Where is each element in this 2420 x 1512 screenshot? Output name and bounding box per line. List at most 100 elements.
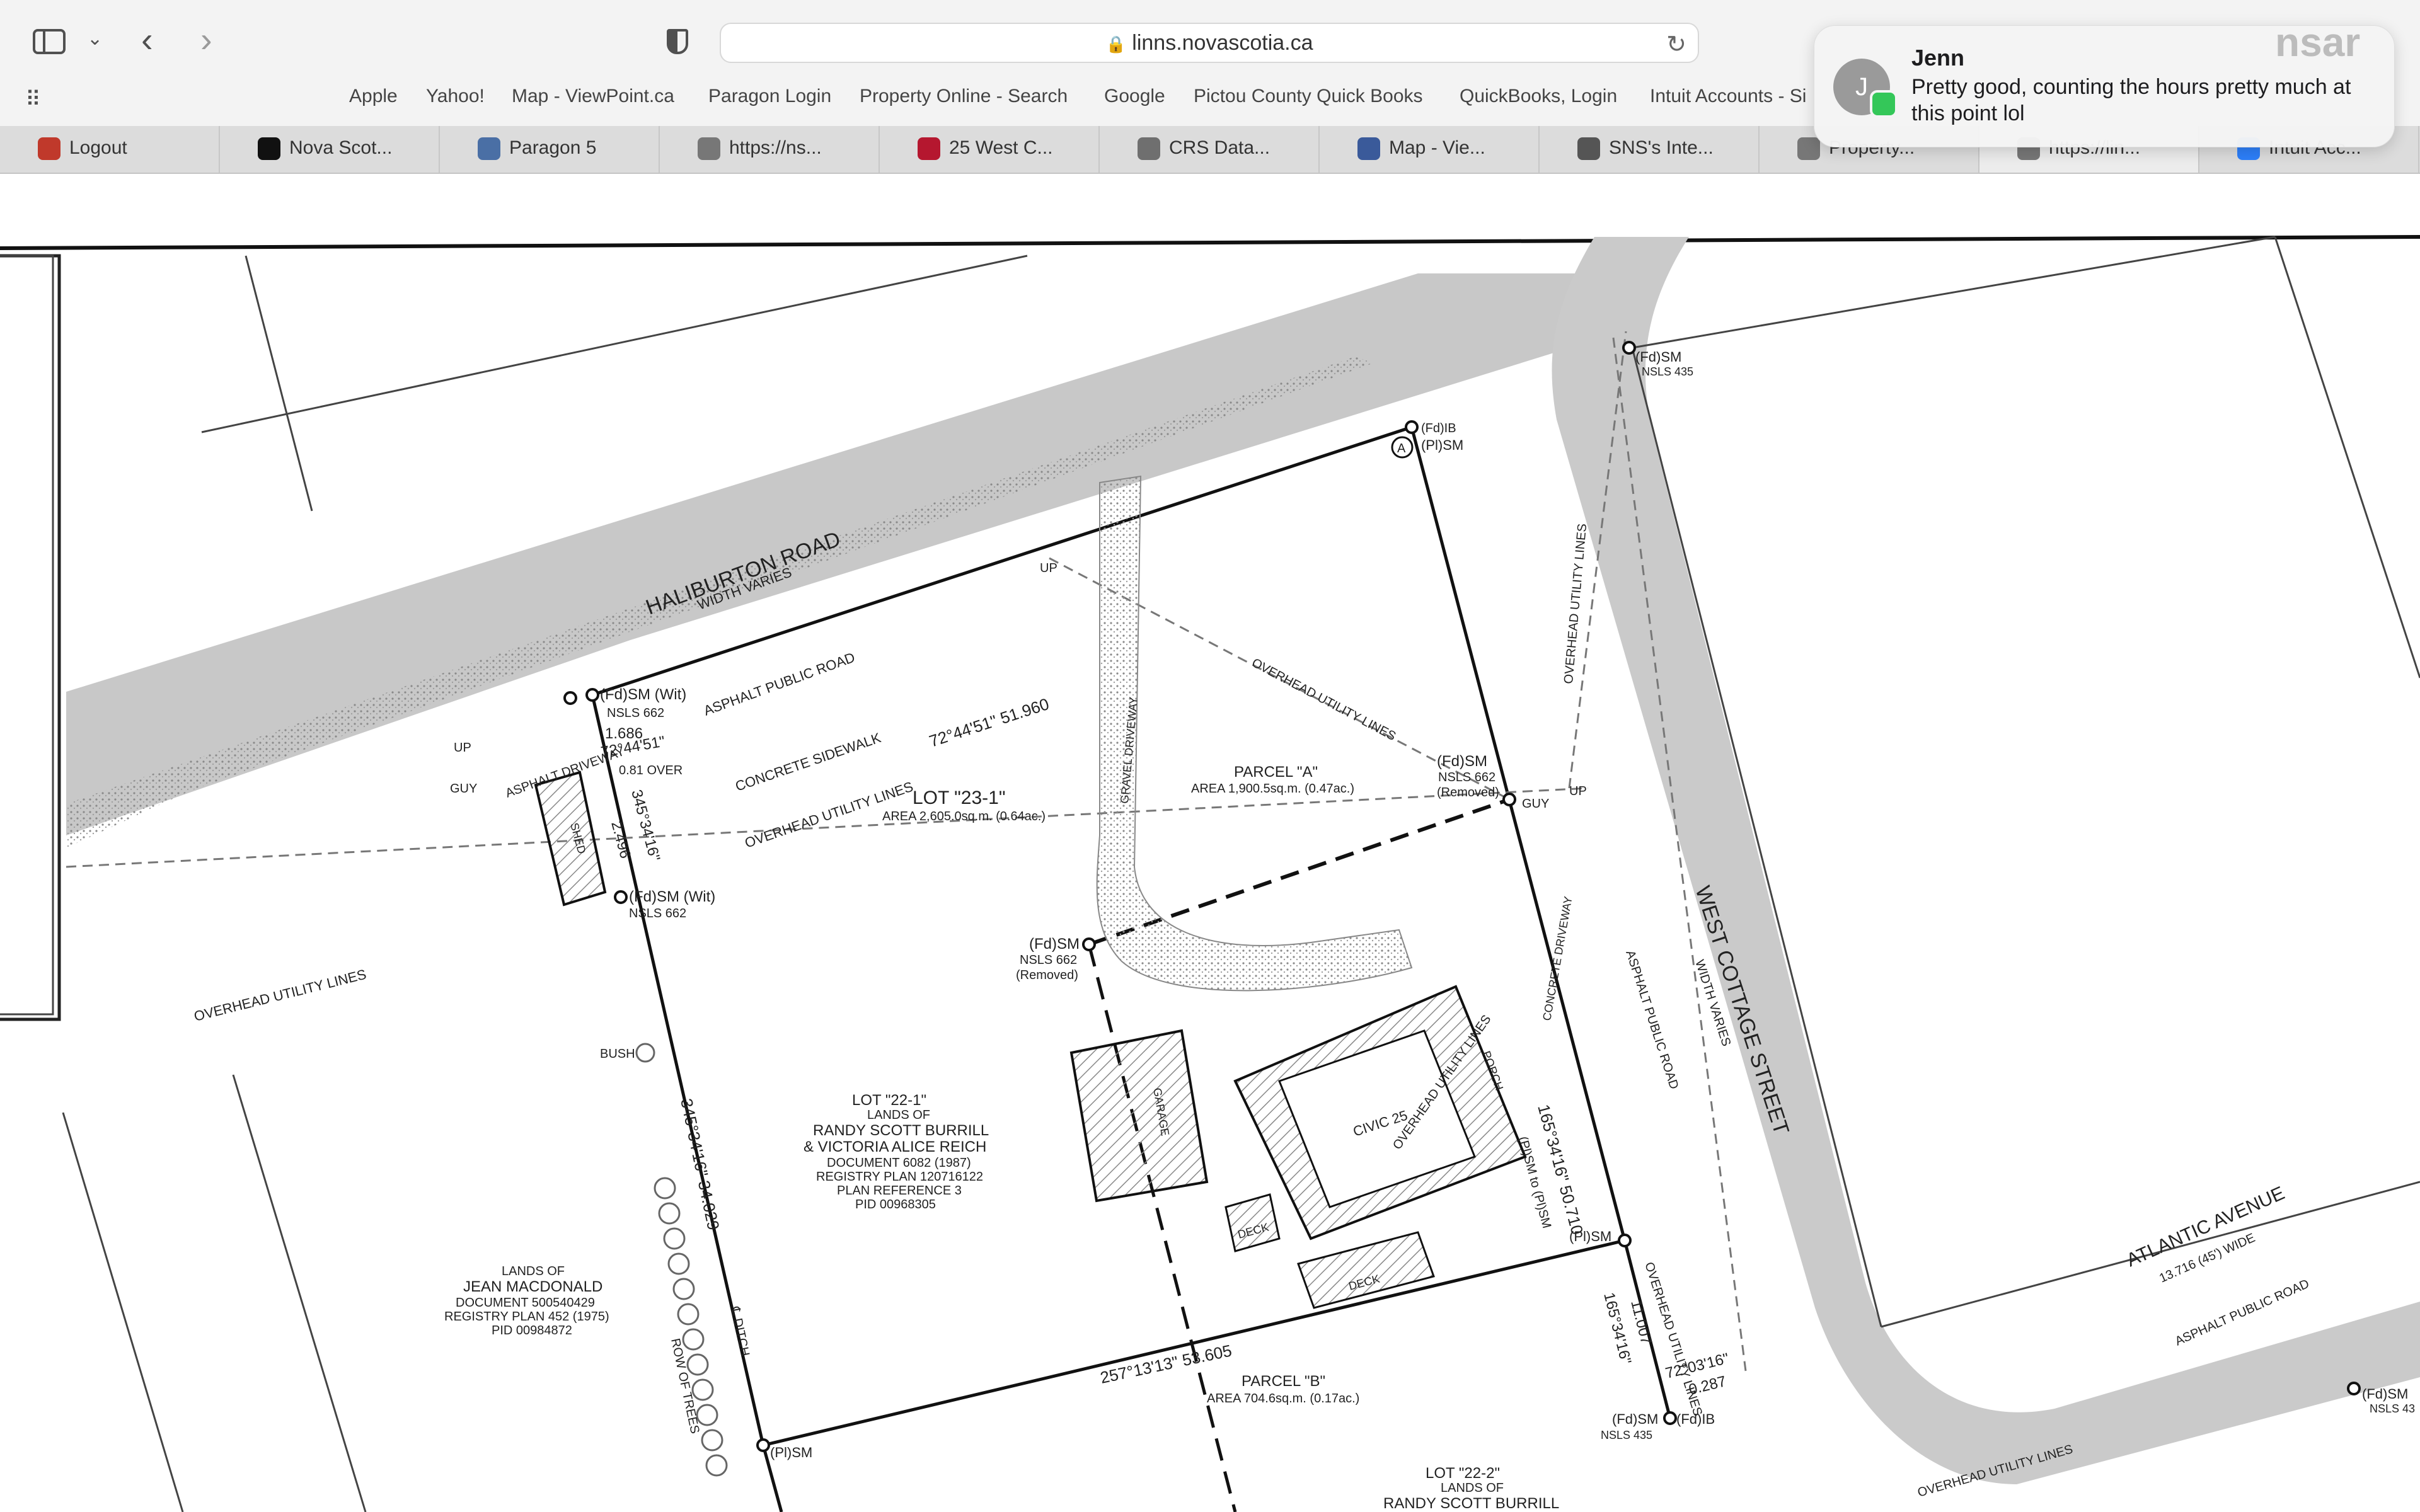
url-value: linns.novascotia.ca	[1132, 31, 1313, 55]
label-ditch: ℄ DITCH	[728, 1305, 752, 1357]
sheet-border	[0, 235, 2420, 250]
label-bearing-south: 257°13'13" 53.605	[1098, 1341, 1233, 1387]
label-nsls-43: NSLS 43	[2370, 1402, 2415, 1415]
overhead-utility-line	[66, 787, 1589, 868]
label-lot-22-1: LOT "22-1"	[852, 1092, 926, 1109]
label-fdsm-top: (Fd)SM	[1635, 349, 1681, 365]
deck-south	[1297, 1231, 1435, 1309]
label-doc-6082: DOCUMENT 6082 (1987)	[827, 1156, 971, 1170]
bookmark-paragon[interactable]: Paragon Login	[708, 86, 831, 107]
label-jean-lands-of: LANDS OF	[502, 1264, 565, 1278]
gravel-driveway	[1096, 475, 1413, 992]
label-jean-doc: DOCUMENT 500540429	[456, 1296, 595, 1310]
garage	[1069, 1029, 1209, 1203]
label-guy-1: GUY	[450, 782, 477, 796]
label-nsls-4: NSLS 662	[1020, 953, 1077, 967]
tab-favicon-icon	[1577, 137, 1600, 160]
label-plsm-south: (Pl)SM	[770, 1445, 812, 1460]
label-fdsm-wit-south: (Fd)SM (Wit)	[629, 888, 715, 905]
bookmark-pictou[interactable]: Pictou County Quick Books	[1194, 86, 1423, 107]
shed	[534, 770, 607, 907]
label-fdsm-corner: (Fd)SM	[2362, 1386, 2408, 1402]
reload-icon[interactable]: ↻	[1666, 30, 1686, 59]
label-bearing-west: 345°34'16" 34.029	[677, 1097, 723, 1232]
tab-7[interactable]: Map - Vie...	[1320, 126, 1540, 173]
label-fdib-north: (Fd)IB	[1421, 421, 1456, 435]
label-jean-plan: REGISTRY PLAN 452 (1975)	[444, 1310, 609, 1324]
label-lands-of-1: LANDS OF	[867, 1108, 930, 1122]
label-nsls-1: NSLS 662	[607, 706, 664, 720]
tab-favicon-icon	[698, 137, 720, 160]
label-asphalt-road-south: ASPHALT PUBLIC ROAD	[2173, 1277, 2311, 1349]
label-utility-east: OVERHEAD UTILITY LINES	[1562, 523, 1589, 684]
bookmark-viewpoint[interactable]: Map - ViewPoint.ca	[512, 86, 674, 107]
label-removed-1: (Removed)	[1437, 786, 1499, 799]
label-fdsm-south: (Fd)SM	[1612, 1411, 1658, 1427]
label-plan-reference: PLAN REFERENCE 3	[837, 1184, 962, 1198]
bookmark-yahoo[interactable]: Yahoo!	[426, 86, 485, 107]
bookmark-apple[interactable]: Apple	[349, 86, 398, 107]
sidebar-icon[interactable]	[33, 29, 66, 54]
tab-6[interactable]: CRS Data...	[1100, 126, 1320, 173]
tab-title: SNS's Inte...	[1609, 137, 1714, 158]
label-nsls-2: NSLS 662	[629, 907, 686, 920]
label-nsls-435-top: NSLS 435	[1642, 365, 1693, 378]
tab-3[interactable]: Paragon 5	[440, 126, 660, 173]
label-up-3: UP	[1569, 784, 1587, 798]
parcel-b-line	[1087, 944, 1237, 1512]
bookmark-intuit[interactable]: Intuit Accounts - Si	[1650, 86, 1806, 107]
left-frame	[0, 254, 61, 1021]
label-utility-west: OVERHEAD UTILITY LINES	[192, 966, 367, 1024]
tab-favicon-icon	[478, 137, 500, 160]
tab-title: Paragon 5	[509, 137, 597, 158]
label-a: A	[1397, 442, 1406, 455]
label-owner-2: & VICTORIA ALICE REICH	[804, 1138, 986, 1155]
chevron-right-icon[interactable]: ›	[200, 19, 212, 60]
tab-title: https://ns...	[729, 137, 822, 158]
tab-favicon-icon	[258, 137, 280, 160]
nsar-logo: nsar	[2275, 20, 2361, 65]
tab-2[interactable]: Nova Scot...	[220, 126, 440, 173]
label-fdsm-east: (Fd)SM	[1437, 753, 1487, 770]
tab-title: Map - Vie...	[1389, 137, 1485, 158]
label-jean-pid: PID 00984872	[492, 1324, 572, 1337]
tab-title: Logout	[69, 137, 127, 158]
deck-west	[1224, 1193, 1281, 1252]
tab-favicon-icon	[918, 137, 940, 160]
messages-icon	[1870, 90, 1898, 118]
label-pid-1: PID 00968305	[855, 1198, 936, 1211]
bookmark-quickbooks[interactable]: QuickBooks, Login	[1460, 86, 1617, 107]
label-row-of-trees: ROW OF TREES	[668, 1337, 702, 1435]
tab-8[interactable]: SNS's Inte...	[1540, 126, 1760, 173]
label-parcel-a: PARCEL "A"	[1234, 764, 1318, 781]
tab-title: CRS Data...	[1169, 137, 1270, 158]
label-asphalt-road-north: ASPHALT PUBLIC ROAD	[701, 650, 857, 719]
tab-1[interactable]: Logout	[0, 126, 220, 173]
label-removed-2: (Removed)	[1016, 968, 1078, 982]
label-bearing-north: 72°44'51" 51.960	[927, 694, 1052, 751]
label-lands-of-2: LANDS OF	[1441, 1481, 1504, 1495]
address-bar[interactable]: 🔒 linns.novascotia.ca ↻	[720, 23, 1699, 63]
tab-favicon-icon	[1138, 137, 1160, 160]
tab-favicon-icon	[1357, 137, 1380, 160]
tab-4[interactable]: https://ns...	[660, 126, 880, 173]
bookmark-property-online[interactable]: Property Online - Search	[860, 86, 1068, 107]
bookmark-google[interactable]: Google	[1104, 86, 1165, 107]
label-utility-center: OVERHEAD UTILITY LINES	[1250, 656, 1398, 743]
label-up-2: UP	[454, 741, 471, 755]
label-nsls-435-south: NSLS 435	[1601, 1429, 1652, 1441]
tab-title: 25 West C...	[949, 137, 1053, 158]
survey-plan: HALIBURTON ROAD WIDTH VARIES ASPHALT PUB…	[0, 235, 2420, 1512]
label-fdib-south: (Fd)IB	[1676, 1411, 1715, 1427]
shield-icon[interactable]	[667, 29, 688, 54]
label-plsm-north: (Pl)SM	[1421, 437, 1463, 453]
chevron-left-icon[interactable]: ‹	[141, 19, 153, 60]
label-owner-3: RANDY SCOTT BURRILL	[1383, 1495, 1559, 1512]
tab-5[interactable]: 25 West C...	[880, 126, 1100, 173]
label-11007: 11.007	[1627, 1298, 1655, 1346]
chevron-down-icon[interactable]: ⌄	[87, 28, 103, 50]
bush-marker	[635, 1043, 655, 1063]
label-parcel-a-area: AREA 1,900.5sq.m. (0.47ac.)	[1191, 782, 1354, 796]
label-parcel-b: PARCEL "B"	[1242, 1373, 1325, 1390]
notification-sender: Jenn	[1911, 45, 1965, 71]
